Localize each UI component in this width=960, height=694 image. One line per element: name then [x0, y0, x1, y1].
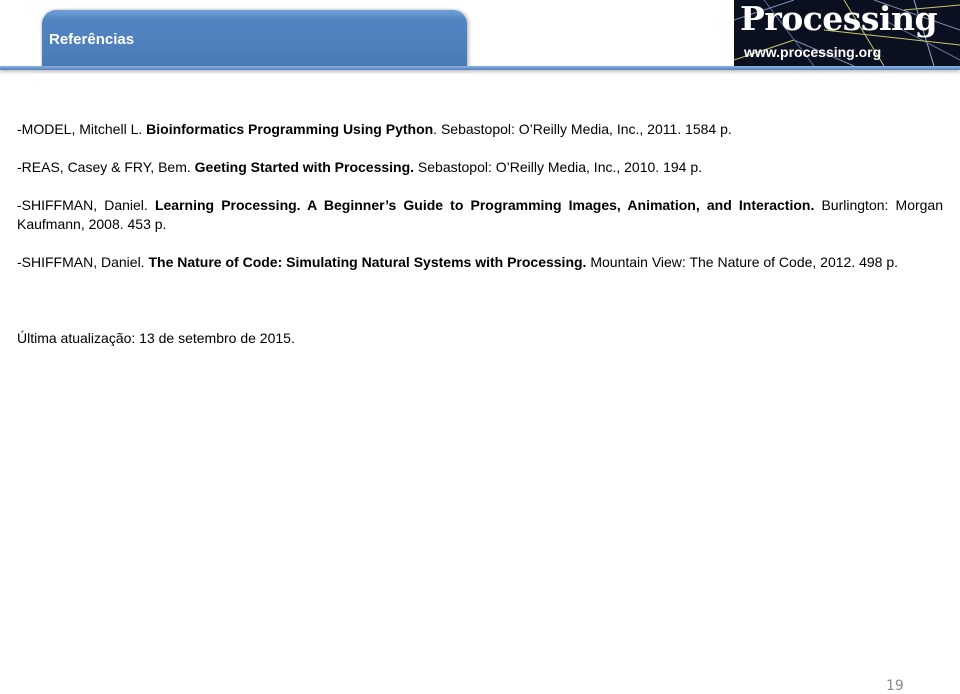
- page-number: 19: [886, 678, 904, 694]
- reference-details: . Sebastopol: O’Reilly Media, Inc., 2011…: [433, 121, 732, 137]
- reference-author: -SHIFFMAN, Daniel.: [17, 254, 149, 270]
- reference-details: Sebastopol: O’Reilly Media, Inc., 2010. …: [414, 159, 702, 175]
- reference-author: -MODEL, Mitchell L.: [17, 121, 147, 137]
- last-updated-note: Última atualização: 13 de setembro de 20…: [17, 330, 295, 346]
- reference-item: -MODEL, Mitchell L. Bioinformatics Progr…: [17, 120, 943, 139]
- logo-name: Processing: [740, 0, 938, 38]
- reference-author: -REAS, Casey & FRY, Bem.: [17, 159, 195, 175]
- reference-title: Bioinformatics Programming Using Python: [146, 121, 434, 137]
- reference-author: -SHIFFMAN, Daniel.: [17, 197, 155, 213]
- reference-details: Mountain View: The Nature of Code, 2012.…: [586, 254, 899, 270]
- slide-title-tab: Referências: [42, 10, 467, 68]
- reference-title: Geeting Started with Processing.: [194, 159, 415, 175]
- slide-title: Referências: [49, 31, 135, 48]
- reference-item: -SHIFFMAN, Daniel. Learning Processing. …: [17, 196, 943, 234]
- processing-logo: Processing www.processing.org: [734, 0, 960, 66]
- reference-item: -REAS, Casey & FRY, Bem. Geeting Started…: [17, 158, 943, 177]
- reference-title: The Nature of Code: Simulating Natural S…: [148, 254, 587, 270]
- reference-list: -MODEL, Mitchell L. Bioinformatics Progr…: [17, 120, 943, 291]
- reference-item: -SHIFFMAN, Daniel. The Nature of Code: S…: [17, 253, 943, 272]
- header-divider: [0, 66, 960, 70]
- logo-url: www.processing.org: [744, 44, 882, 60]
- reference-title: Learning Processing. A Beginner’s Guide …: [154, 197, 815, 213]
